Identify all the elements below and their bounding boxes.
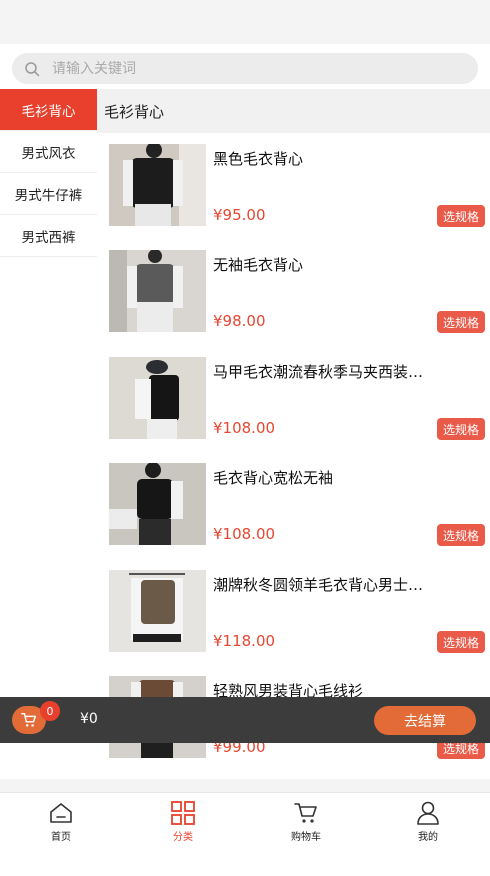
select-spec-button[interactable]: 选规格 — [436, 418, 485, 440]
tab-label: 购物车 — [291, 832, 321, 843]
sidebar-item-sweater-vest[interactable]: 毛衫背心 — [0, 89, 97, 131]
tab-cart[interactable]: 购物车 — [276, 800, 336, 843]
product-list-panel: 毛衫背心 黑色毛衣背心 ¥95.00 选规格 无袖毛衣背心 ¥98.00 选规格… — [97, 89, 490, 779]
product-price: ¥95.00 — [213, 206, 266, 224]
product-price: ¥108.00 — [213, 419, 276, 437]
product-card[interactable]: 黑色毛衣背心 ¥95.00 选规格 — [109, 144, 485, 227]
select-spec-button[interactable]: 选规格 — [436, 524, 485, 546]
product-image[interactable] — [109, 357, 206, 439]
select-spec-button[interactable]: 选规格 — [436, 631, 485, 653]
category-sidebar: 毛衫背心 男式风衣 男式牛仔裤 男式西裤 — [0, 89, 97, 779]
product-title: 黑色毛衣背心 — [213, 150, 304, 168]
tab-mine[interactable]: 我的 — [398, 800, 458, 843]
select-spec-button[interactable]: 选规格 — [436, 311, 485, 333]
category-page: 毛衫背心 男式风衣 男式牛仔裤 男式西裤 毛衫背心 黑色毛衣背心 ¥95.00 — [0, 0, 490, 876]
search-bar — [0, 44, 490, 92]
cart-icon — [294, 803, 317, 823]
search-input[interactable] — [52, 60, 432, 77]
product-card[interactable]: 潮牌秋冬圆领羊毛衣背心男士… ¥118.00 选规格 — [109, 570, 485, 653]
product-image[interactable] — [109, 570, 206, 652]
product-card[interactable]: 马甲毛衣潮流春秋季马夹西装… ¥108.00 选规格 — [109, 357, 485, 440]
cart-count-badge: 0 — [40, 701, 60, 721]
category-title: 毛衫背心 — [97, 89, 490, 133]
checkout-button[interactable]: 去结算 — [374, 706, 476, 735]
product-title: 马甲毛衣潮流春秋季马夹西装… — [213, 363, 424, 381]
category-icon — [171, 801, 195, 825]
cart-total: ¥0 — [80, 711, 98, 727]
tab-label: 首页 — [51, 832, 71, 843]
product-card[interactable]: 无袖毛衣背心 ¥98.00 选规格 — [109, 250, 485, 333]
sidebar-item-trench-coat[interactable]: 男式风衣 — [0, 131, 97, 173]
product-title: 潮牌秋冬圆领羊毛衣背心男士… — [213, 576, 424, 594]
sidebar-item-jeans[interactable]: 男式牛仔裤 — [0, 173, 97, 215]
product-price: ¥108.00 — [213, 525, 276, 543]
sidebar-item-trousers[interactable]: 男式西裤 — [0, 215, 97, 257]
product-title: 无袖毛衣背心 — [213, 256, 304, 274]
cart-icon — [21, 712, 37, 727]
tab-label: 分类 — [173, 832, 193, 843]
home-icon — [50, 803, 72, 823]
product-image[interactable] — [109, 250, 206, 332]
product-price: ¥118.00 — [213, 632, 276, 650]
tab-label: 我的 — [418, 832, 438, 843]
user-icon — [417, 801, 439, 825]
tab-home[interactable]: 首页 — [31, 800, 91, 843]
product-card[interactable]: 毛衣背心宽松无袖 ¥108.00 选规格 — [109, 463, 485, 546]
tab-category[interactable]: 分类 — [153, 800, 213, 843]
product-image[interactable] — [109, 144, 206, 226]
search-box[interactable] — [12, 53, 478, 84]
product-image[interactable] — [109, 463, 206, 545]
bottom-tab-bar: 首页 分类 购物车 我的 — [0, 792, 490, 876]
select-spec-button[interactable]: 选规格 — [436, 205, 485, 227]
product-title: 毛衣背心宽松无袖 — [213, 469, 334, 487]
cart-bar: 0 ¥0 去结算 — [0, 697, 490, 743]
product-price: ¥98.00 — [213, 312, 266, 330]
search-icon — [25, 61, 40, 76]
